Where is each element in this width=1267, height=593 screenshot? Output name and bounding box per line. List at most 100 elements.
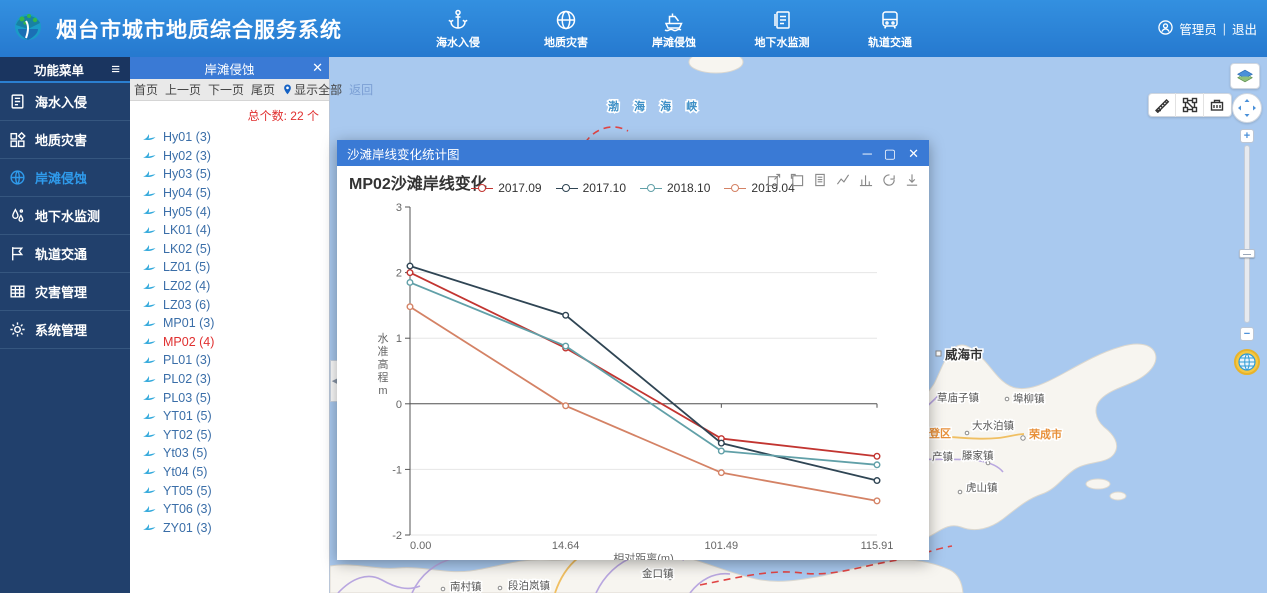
- restore-icon[interactable]: ▢: [884, 147, 896, 160]
- svg-text:1: 1: [396, 333, 402, 345]
- svg-text:-2: -2: [392, 530, 402, 542]
- point-item[interactable]: YT01 (5): [142, 407, 329, 426]
- bird-icon: [142, 299, 157, 310]
- app-root: 烟台市城市地质综合服务系统 海水入侵地质灾害岸滩侵蚀地下水监测轨道交通 管理员 …: [0, 0, 1267, 593]
- sidebar-item-disaster-management[interactable]: 灾害管理: [0, 273, 130, 311]
- point-label: LK01 (4): [163, 223, 211, 237]
- x-axis-label: 相对距离(m): [613, 551, 674, 560]
- point-item[interactable]: Hy05 (4): [142, 202, 329, 221]
- zoom-out-button[interactable]: −: [1240, 327, 1254, 341]
- menu-toggle-icon[interactable]: ≡: [111, 62, 120, 77]
- bird-icon: [142, 336, 157, 347]
- point-item[interactable]: LK01 (4): [142, 221, 329, 240]
- point-label: ZY01 (3): [163, 521, 212, 535]
- panel-title: 岸滩侵蚀: [204, 59, 254, 78]
- point-label: Yt04 (5): [163, 465, 207, 479]
- svg-text:3: 3: [396, 202, 402, 214]
- point-item[interactable]: Yt04 (5): [142, 463, 329, 482]
- point-label: PL01 (3): [163, 353, 211, 367]
- line-chart-icon[interactable]: [836, 173, 850, 187]
- back-button[interactable]: 返回: [349, 81, 373, 98]
- svg-text:-1: -1: [392, 464, 402, 476]
- point-item[interactable]: LZ01 (5): [142, 258, 329, 277]
- point-item[interactable]: ZY01 (3): [142, 518, 329, 537]
- sidebar-item-label: 地下水监测: [35, 206, 100, 225]
- layers-button[interactable]: [1230, 63, 1260, 89]
- sidebar-item-label: 地质灾害: [35, 130, 87, 149]
- nav-seawater-intrusion[interactable]: 海水入侵: [430, 8, 486, 50]
- sidebar-item-rail-transit[interactable]: 轨道交通: [0, 235, 130, 273]
- restore-icon[interactable]: [882, 173, 896, 187]
- nav-geological-hazard[interactable]: 地质灾害: [538, 8, 594, 50]
- first-page-button[interactable]: 首页: [134, 81, 158, 98]
- sidebar-item-groundwater-monitoring[interactable]: 地下水监测: [0, 197, 130, 235]
- point-item[interactable]: LZ03 (6): [142, 295, 329, 314]
- point-item[interactable]: Hy02 (3): [142, 147, 329, 166]
- point-item[interactable]: Hy03 (5): [142, 165, 329, 184]
- zoom-slider-handle[interactable]: [1239, 249, 1255, 258]
- svg-text:准: 准: [378, 345, 389, 358]
- point-item[interactable]: YT05 (5): [142, 481, 329, 500]
- area-zoom-icon[interactable]: [767, 173, 781, 187]
- point-item[interactable]: LK02 (5): [142, 240, 329, 259]
- legend-label: 2017.09: [498, 181, 541, 195]
- point-item[interactable]: YT02 (5): [142, 426, 329, 445]
- point-item[interactable]: PL03 (5): [142, 388, 329, 407]
- map-label: 荣成市: [1028, 427, 1062, 441]
- point-item[interactable]: Hy04 (5): [142, 184, 329, 203]
- sidebar-item-system-management[interactable]: 系统管理: [0, 311, 130, 349]
- nav-beach-erosion[interactable]: 岸滩侵蚀: [646, 8, 702, 50]
- zoom-slider-track[interactable]: [1244, 145, 1250, 323]
- legend-item[interactable]: 2017.09: [471, 181, 541, 195]
- ruler-button[interactable]: [1149, 93, 1176, 117]
- point-item[interactable]: Hy01 (3): [142, 128, 329, 147]
- nav-rail-transit[interactable]: 轨道交通: [862, 8, 918, 50]
- legend-marker-icon: [556, 184, 578, 193]
- sidebar-item-label: 海水入侵: [35, 92, 87, 111]
- app-logo-icon: [8, 9, 48, 49]
- point-item[interactable]: PL01 (3): [142, 351, 329, 370]
- logout-button[interactable]: 退出: [1232, 19, 1257, 38]
- y-axis-label: 水: [378, 332, 389, 345]
- close-icon[interactable]: ✕: [908, 147, 919, 160]
- table-icon: [9, 283, 26, 300]
- point-item[interactable]: MP01 (3): [142, 314, 329, 333]
- nav-label: 地下水监测: [755, 34, 810, 50]
- bar-chart-icon[interactable]: [859, 173, 873, 187]
- point-item[interactable]: YT06 (3): [142, 500, 329, 519]
- point-item[interactable]: PL02 (3): [142, 370, 329, 389]
- zoom-in-button[interactable]: +: [1240, 129, 1254, 143]
- legend-item[interactable]: 2018.10: [640, 181, 710, 195]
- map-label: 产镇: [932, 450, 953, 463]
- point-item[interactable]: LZ02 (4): [142, 277, 329, 296]
- clear-button[interactable]: [1204, 93, 1231, 117]
- divider: |: [1223, 22, 1226, 36]
- legend-item[interactable]: 2017.10: [556, 181, 626, 195]
- pan-control[interactable]: [1232, 93, 1262, 123]
- bird-icon: [142, 206, 157, 217]
- point-item[interactable]: Yt03 (5): [142, 444, 329, 463]
- nav-label: 轨道交通: [868, 34, 912, 50]
- modal-titlebar[interactable]: 沙滩岸线变化统计图 ─▢✕: [337, 140, 929, 166]
- minimize-icon[interactable]: ─: [863, 147, 872, 160]
- point-item[interactable]: MP02 (4): [142, 333, 329, 352]
- panel-close-button[interactable]: ✕: [312, 57, 323, 79]
- polygon-measure-icon: [1182, 97, 1198, 113]
- nav-label: 岸滩侵蚀: [652, 34, 696, 50]
- next-page-button[interactable]: 下一页: [208, 81, 244, 98]
- nav-groundwater-monitoring[interactable]: 地下水监测: [754, 8, 810, 50]
- sidebar-item-geological-hazard[interactable]: 地质灾害: [0, 121, 130, 159]
- globe-button[interactable]: [1234, 349, 1260, 375]
- polygon-measure-button[interactable]: [1176, 93, 1203, 117]
- data-view-icon[interactable]: [813, 173, 827, 187]
- prev-page-button[interactable]: 上一页: [165, 81, 201, 98]
- zoom-reset-icon[interactable]: [790, 173, 804, 187]
- last-page-button[interactable]: 尾页: [251, 81, 275, 98]
- download-icon[interactable]: [905, 173, 919, 187]
- sidebar-item-label: 灾害管理: [35, 282, 87, 301]
- sidebar-item-beach-erosion[interactable]: 岸滩侵蚀: [0, 159, 130, 197]
- show-all-button[interactable]: 显示全部: [282, 81, 342, 98]
- user-name[interactable]: 管理员: [1179, 19, 1217, 38]
- sidebar-item-seawater-intrusion[interactable]: 海水入侵: [0, 83, 130, 121]
- zoom-slider: + −: [1239, 129, 1255, 341]
